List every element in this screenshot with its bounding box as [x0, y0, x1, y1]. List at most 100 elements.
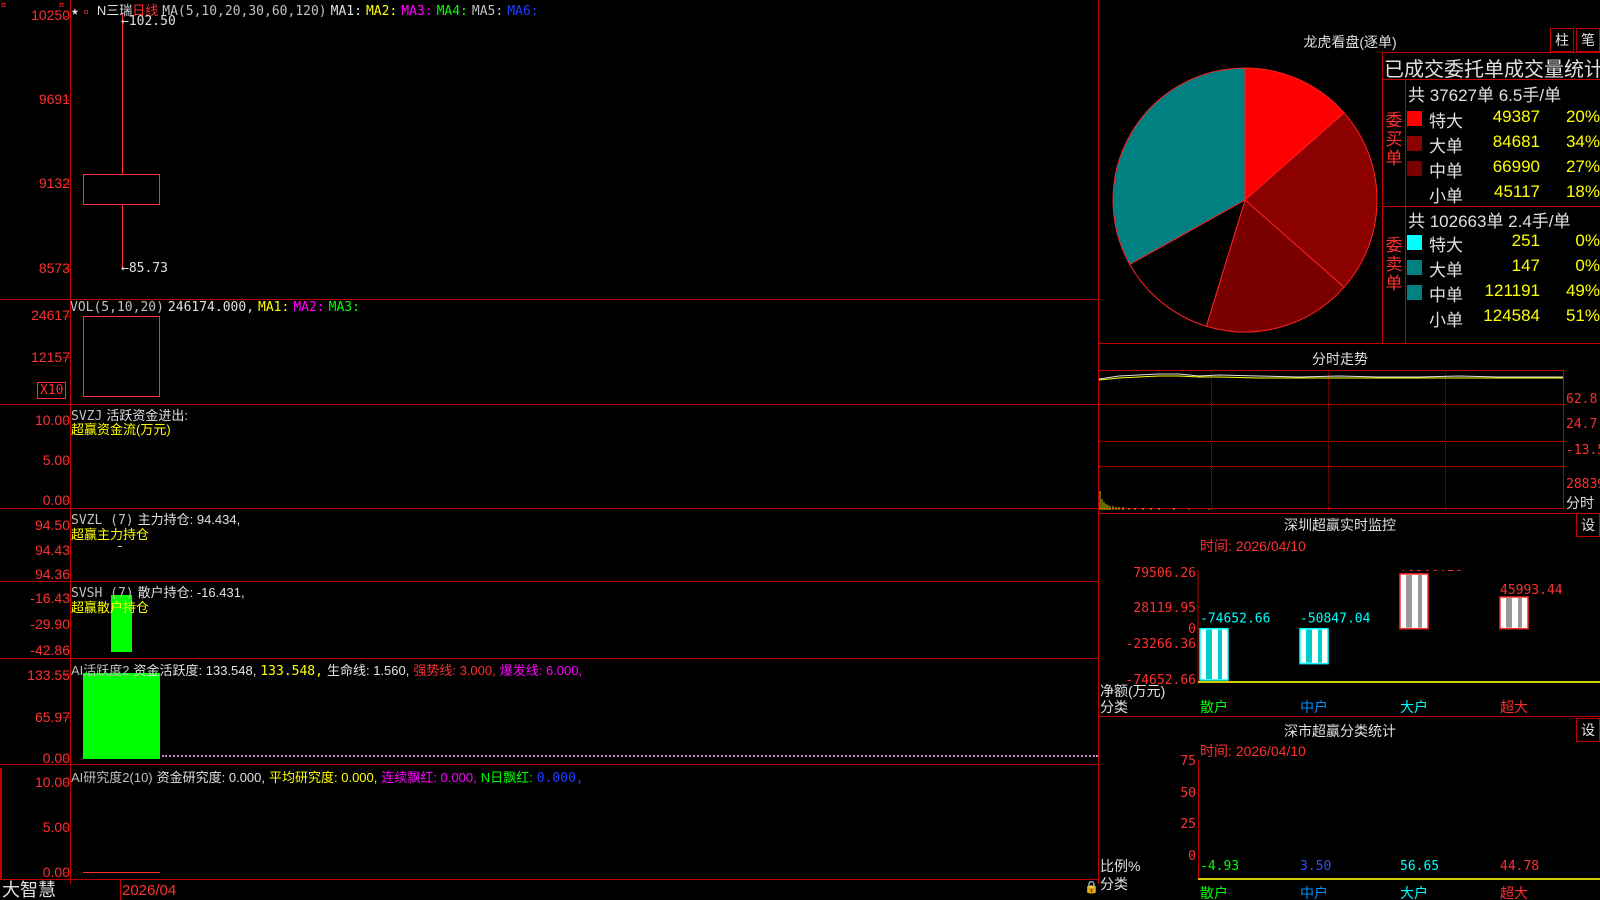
monitor-axis-label: 79506.26: [1133, 566, 1196, 581]
classify-value-label: 56.65: [1400, 859, 1440, 874]
ai-research-t3: 连续飘红: 0.000,: [381, 770, 477, 785]
ma1-label: MA1:: [330, 4, 362, 19]
svzl-axis-label: 94.43: [34, 542, 70, 558]
color-swatch: [1407, 235, 1422, 250]
stats-row: 特大 251 0%: [1407, 230, 1600, 255]
row-count: 84681: [1492, 132, 1540, 151]
ai-research-t1: 资金研究度: 0.000,: [156, 770, 266, 785]
pen-mode-button[interactable]: 笔: [1576, 28, 1600, 52]
row-percent: 34%: [1565, 132, 1600, 151]
stats-title: 已成交委托单成交量统计: [1384, 59, 1600, 81]
price-axis-label: 8573: [38, 260, 70, 276]
row-count: 45117: [1493, 182, 1540, 201]
ai-active-bar[interactable]: [83, 673, 160, 759]
svsh-axis-label: -29.90: [30, 616, 70, 632]
monitor-axis-label: 0: [1188, 622, 1196, 637]
row-count: 251: [1511, 231, 1540, 250]
ma5-label: MA5:: [471, 4, 504, 19]
monitor-bar[interactable]: [1299, 627, 1329, 665]
vol-axis-label: 24617: [31, 307, 70, 323]
left-edge: [0, 768, 2, 880]
monitor-axis-label: 28119.95: [1133, 601, 1196, 616]
dragon-pie-chart[interactable]: [1105, 60, 1385, 340]
color-swatch: [1407, 260, 1422, 275]
classify-category-label[interactable]: 中户: [1300, 883, 1328, 900]
monitor-category-label[interactable]: 大户: [1400, 697, 1428, 717]
ai-research-t5: 0.000,: [536, 771, 584, 786]
sell-summary: 共 102663单 2.4手/单: [1408, 212, 1571, 231]
monitor-bar-chart[interactable]: -74652.66 -50847.04 79506.26 45993.44: [1196, 570, 1600, 690]
classify-title: 深市超赢分类统计: [1284, 723, 1396, 739]
settings-marker-icon: ¤: [82, 7, 89, 18]
classify-category-label[interactable]: 散户: [1200, 883, 1228, 900]
classify-footer-category: 分类: [1100, 876, 1128, 892]
row-name: 大单: [1429, 137, 1463, 156]
brand-label[interactable]: 大智慧: [2, 880, 56, 900]
monitor-settings-button[interactable]: 设: [1576, 513, 1600, 537]
svzj-subtitle: 超赢资金流(万元): [71, 422, 171, 437]
classify-value-label: 44.78: [1500, 859, 1540, 874]
monitor-footer-category: 分类: [1100, 699, 1128, 715]
monitor-bar[interactable]: [1399, 573, 1429, 630]
svsh-axis-label: -16.43: [30, 590, 70, 606]
classify-baseline: [1198, 878, 1600, 880]
bar-mode-button[interactable]: 柱: [1550, 28, 1574, 52]
buy-summary: 共 37627单 6.5手/单: [1408, 86, 1562, 105]
price-axis-label: 9691: [38, 91, 70, 107]
low-price-label: ←85.73: [121, 261, 168, 276]
ai-research-bar[interactable]: [83, 872, 160, 873]
svsh-title: 散户持仓: -16.431,: [137, 585, 245, 600]
price-axis-label: 10250: [31, 7, 70, 23]
row-percent: 18%: [1565, 182, 1600, 201]
favorite-star-icon[interactable]: ★: [71, 4, 79, 19]
classify-axis-label: 25: [1180, 817, 1196, 832]
ai-research-t2: 平均研究度: 0.000,: [269, 770, 378, 785]
ai-research-label: AI研究度2(10): [71, 770, 153, 785]
candle-wick: [122, 204, 123, 268]
sell-side-label: 委卖单: [1385, 236, 1403, 293]
row-percent: 49%: [1565, 281, 1600, 300]
stats-divider: [1382, 52, 1383, 344]
lock-icon[interactable]: 🔒: [1084, 880, 1099, 894]
classify-footer-unit: 比例%: [1100, 858, 1141, 874]
monitor-category-label[interactable]: 散户: [1200, 697, 1228, 717]
classify-axis-label: 75: [1180, 754, 1196, 769]
stats-row: 大单 147 0%: [1407, 255, 1600, 280]
svzl-axis-label: 94.50: [34, 517, 70, 533]
vol-unit-badge[interactable]: X10: [37, 382, 67, 399]
corner-marker-icon[interactable]: ¤: [0, 0, 7, 11]
row-percent: 27%: [1565, 157, 1600, 176]
intraday-chart[interactable]: [1098, 370, 1565, 510]
row-percent: 51%: [1565, 306, 1600, 325]
row-count: 124584: [1483, 306, 1540, 325]
stats-row: 中单 121191 49%: [1407, 280, 1600, 305]
row-count: 66990: [1492, 157, 1540, 176]
candle-body[interactable]: [83, 174, 160, 205]
stats-row: 小单 124584 51%: [1407, 305, 1600, 330]
stats-row: 大单 84681 34%: [1407, 131, 1600, 156]
monitor-category-label[interactable]: 超大: [1500, 697, 1528, 717]
candle-wick: [122, 14, 123, 174]
row-name: 特大: [1429, 236, 1463, 255]
bottom-date-label: 2026/04: [122, 882, 177, 899]
monitor-bar[interactable]: [1499, 596, 1529, 630]
classify-category-label[interactable]: 超大: [1500, 883, 1528, 900]
classify-category-label[interactable]: 大户: [1400, 883, 1428, 900]
svsh-subtitle: 超赢散户持仓: [71, 600, 150, 615]
monitor-axis-label: -23266.36: [1125, 637, 1196, 652]
row-percent: 0%: [1575, 231, 1600, 250]
ma-params: MA(5,10,20,30,60,120): [162, 4, 327, 19]
row-name: 特大: [1429, 112, 1463, 131]
svsh-axis-label: -42.86: [30, 642, 70, 658]
monitor-bar[interactable]: [1199, 627, 1229, 681]
intraday-axis-label: 24.7: [1566, 417, 1598, 432]
stats-row: 中单 66990 27%: [1407, 156, 1600, 181]
classify-axis-label: 0: [1188, 849, 1196, 864]
monitor-category-label[interactable]: 中户: [1300, 697, 1328, 717]
ma2-label: MA2:: [365, 4, 398, 19]
volume-bar[interactable]: [83, 316, 160, 397]
vol-value: 246174.000,: [167, 300, 255, 315]
ai-research-t4: N日飘红:: [480, 770, 533, 785]
classify-settings-button[interactable]: 设: [1576, 718, 1600, 742]
vol-ma1: MA1:: [258, 300, 290, 315]
